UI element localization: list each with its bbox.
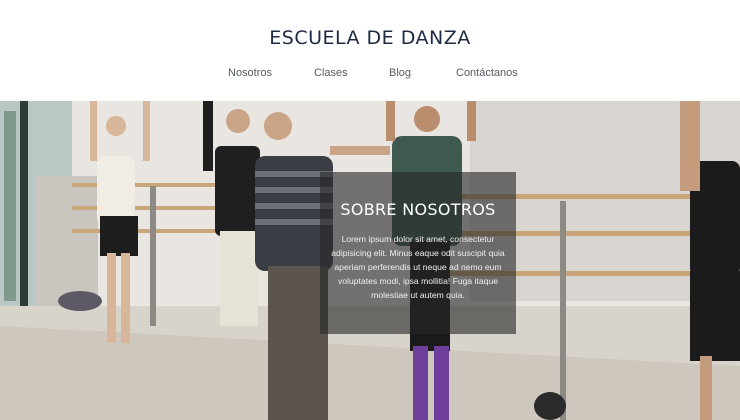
site-title[interactable]: ESCUELA DE DANZA — [0, 27, 740, 49]
site-header: ESCUELA DE DANZA Nosotros Clases Blog Co… — [0, 0, 740, 101]
nav-link-clases[interactable]: Clases — [314, 67, 348, 79]
nav-link-blog[interactable]: Blog — [389, 67, 411, 79]
about-text: Lorem ipsum dolor sit amet, consectetur … — [331, 234, 505, 300]
main-nav: Nosotros Clases Blog Contáctanos — [0, 67, 740, 85]
about-overlay: SOBRE NOSOTROS Lorem ipsum dolor sit ame… — [320, 172, 516, 334]
about-title: SOBRE NOSOTROS — [340, 200, 496, 219]
nav-link-contactanos[interactable]: Contáctanos — [456, 67, 518, 79]
nav-link-nosotros[interactable]: Nosotros — [228, 67, 272, 79]
hero-section: SOBRE NOSOTROS Lorem ipsum dolor sit ame… — [0, 101, 740, 420]
